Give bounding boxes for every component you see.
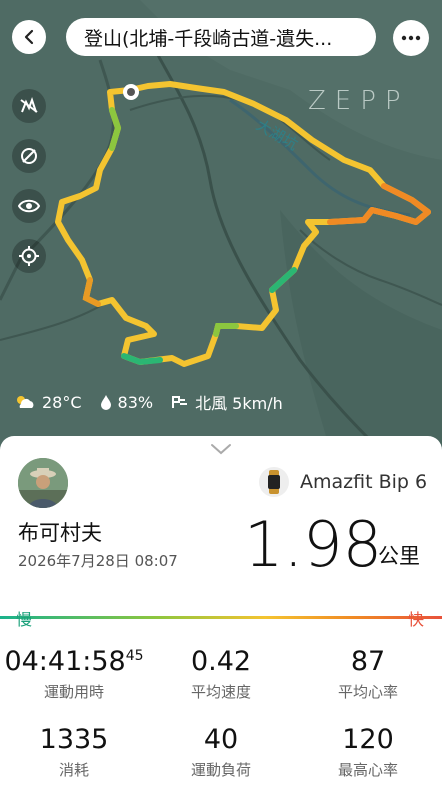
zepp-watermark: ZEPP xyxy=(308,86,410,116)
satellite-off-icon xyxy=(21,148,37,164)
weather-icon xyxy=(17,396,34,408)
stat-calories: 1335 消耗 xyxy=(39,724,109,779)
more-icon xyxy=(401,35,421,41)
satellite-toggle-button[interactable] xyxy=(12,139,46,173)
stat-max-heart-rate: 120 最高心率 xyxy=(337,724,398,779)
eye-icon xyxy=(18,199,40,213)
distance-unit: 公里 xyxy=(378,544,420,568)
distance-value: 1.98 xyxy=(244,508,383,581)
weather-info: 28°C 83% 北風 5km/h xyxy=(14,390,293,414)
user-name: 布可村夫 xyxy=(18,521,102,545)
pace-fast-label: 快 xyxy=(408,610,425,629)
stat-duration: 04:41:5845 運動用時 xyxy=(4,646,144,701)
more-button[interactable] xyxy=(393,20,429,56)
stat-avg-heart-rate: 87 平均心率 xyxy=(337,646,398,701)
avatar-image xyxy=(18,458,68,508)
stat-training-load: 40 運動負荷 xyxy=(190,724,251,779)
view-toggle-button[interactable] xyxy=(12,189,46,223)
top-bar: 登山(北埔-千段崎古道-遺失... xyxy=(0,0,442,70)
workout-datetime: 2026年7月28日 08:07 xyxy=(18,552,178,570)
pace-slow-label: 慢 xyxy=(16,610,33,629)
back-icon xyxy=(24,29,34,45)
avatar[interactable] xyxy=(18,458,68,508)
layers-toggle-button[interactable] xyxy=(12,89,46,123)
locate-icon xyxy=(19,246,39,266)
layers-off-icon xyxy=(20,97,38,113)
wind: 北風 5km/h xyxy=(171,390,283,414)
humidity-icon xyxy=(100,395,111,410)
stat-avg-speed: 0.42 平均速度 xyxy=(190,646,252,701)
stat-duration-hundredths: 45 xyxy=(125,648,144,664)
wind-icon xyxy=(172,396,188,408)
back-button[interactable] xyxy=(12,20,46,54)
chevron-down-icon[interactable] xyxy=(210,443,232,455)
title-bar[interactable]: 登山(北埔-千段崎古道-遺失... xyxy=(66,18,376,56)
locate-button[interactable] xyxy=(12,239,46,273)
page-title: 登山(北埔-千段崎古道-遺失... xyxy=(84,27,333,50)
temperature: 28°C xyxy=(14,393,82,412)
pace-gradient-bar xyxy=(0,616,442,619)
watch-icon xyxy=(259,467,289,497)
device-name: Amazfit Bip 6 xyxy=(300,471,428,493)
humidity: 83% xyxy=(100,393,153,412)
device-info: Amazfit Bip 6 xyxy=(258,466,427,498)
river-label: 大湖坑 xyxy=(253,116,301,154)
